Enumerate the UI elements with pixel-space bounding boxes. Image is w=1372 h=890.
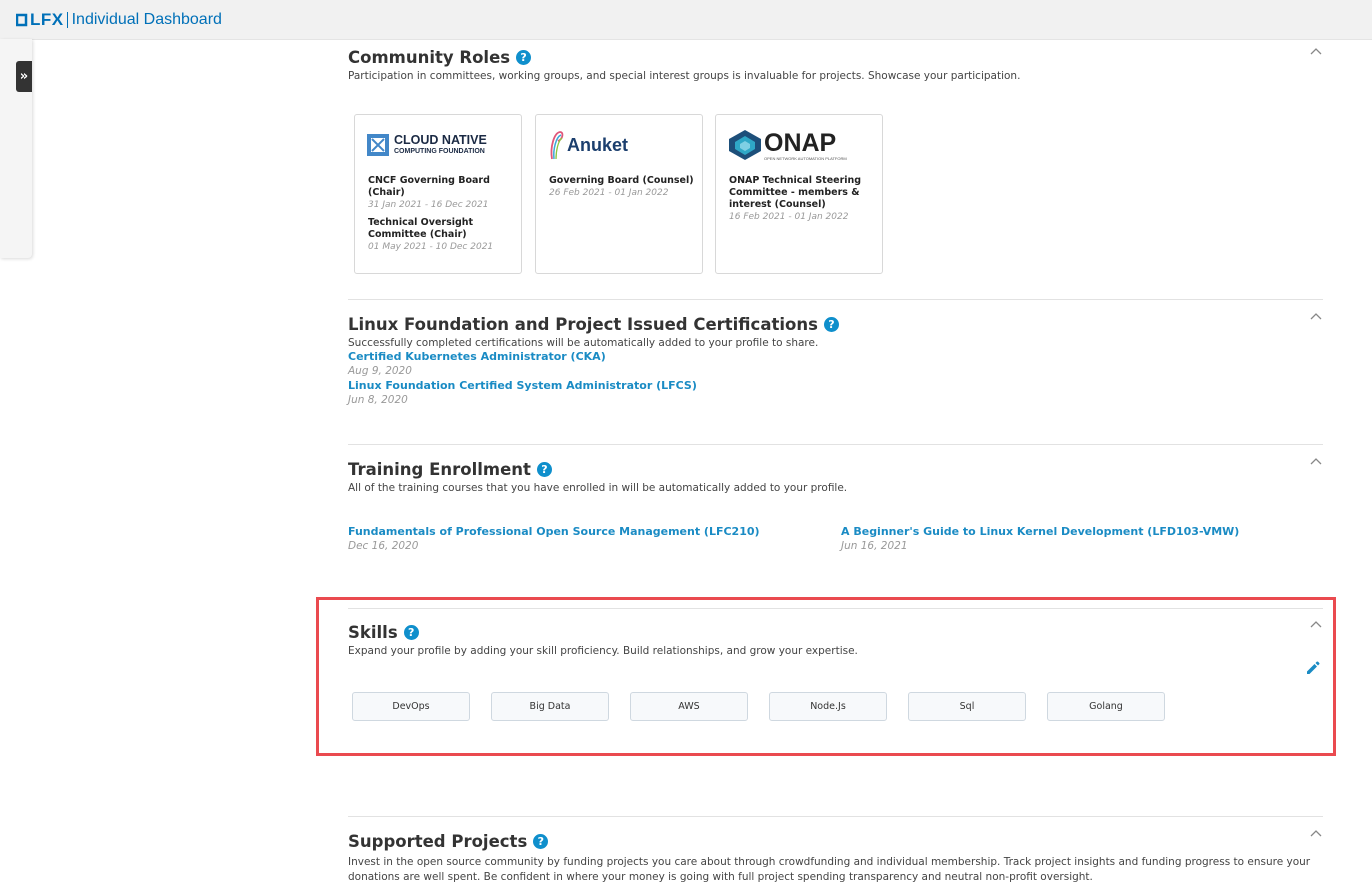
role-card-cncf[interactable]: CLOUD NATIVE COMPUTING FOUNDATION CNCF G…	[354, 114, 522, 274]
cncf-logo-icon	[367, 134, 389, 156]
role-name: CNCF Governing Board (Chair)	[368, 175, 490, 198]
anuket-logo: Anuket	[548, 127, 628, 163]
section-title: Community Roles	[348, 47, 511, 67]
certification-link[interactable]: Linux Foundation Certified System Admini…	[348, 379, 1323, 392]
top-bar: LFX Individual Dashboard	[0, 0, 1372, 40]
role-name: Governing Board (Counsel)	[549, 175, 694, 186]
anuket-logo-text: Anuket	[567, 134, 629, 155]
help-icon[interactable]: ?	[533, 833, 549, 849]
community-roles-section: Community Roles ? Participation in commi…	[348, 46, 1323, 276]
role-card-anuket[interactable]: Anuket Governing Board (Counsel) 26 Feb …	[535, 114, 703, 274]
role-dates: 31 Jan 2021 - 16 Dec 2021	[368, 200, 489, 210]
certification-date: Aug 9, 2020	[348, 365, 412, 377]
lfx-logo-icon	[16, 13, 28, 27]
onap-logo-subtext: OPEN NETWORK AUTOMATION PLATFORM	[764, 155, 847, 161]
help-icon[interactable]: ?	[823, 316, 839, 332]
section-description: donations are well spent. Be confident i…	[348, 871, 1093, 883]
collapse-chevron-up-icon[interactable]	[1309, 311, 1323, 325]
certification-item: Linux Foundation Certified System Admini…	[348, 379, 1323, 406]
onap-logo: ONAP OPEN NETWORK AUTOMATION PLATFORM	[728, 127, 847, 163]
role-name: Technical Oversight Committee (Chair)	[368, 217, 474, 240]
anuket-logo-icon	[550, 131, 564, 160]
training-section: Training Enrollment ? All of the trainin…	[348, 458, 1323, 568]
cncf-logo: CLOUD NATIVE COMPUTING FOUNDATION	[367, 127, 487, 163]
certifications-section: Linux Foundation and Project Issued Cert…	[348, 313, 1323, 423]
role-dates: 26 Feb 2021 - 01 Jan 2022	[549, 188, 669, 198]
cncf-logo-text: CLOUD NATIVE	[394, 133, 487, 147]
certification-link[interactable]: Certified Kubernetes Administrator (CKA)	[348, 350, 1323, 363]
role-dates: 16 Feb 2021 - 01 Jan 2022	[729, 212, 849, 222]
training-link[interactable]: A Beginner's Guide to Linux Kernel Devel…	[841, 525, 1239, 538]
section-description: Participation in committees, working gro…	[348, 70, 1021, 82]
lfx-logo[interactable]: LFX Individual Dashboard	[16, 9, 222, 31]
double-chevron-right-icon: »	[19, 69, 29, 84]
onap-logo-icon	[729, 130, 761, 160]
collapse-chevron-up-icon[interactable]	[1309, 46, 1323, 60]
section-divider	[348, 816, 1323, 817]
training-link[interactable]: Fundamentals of Professional Open Source…	[348, 525, 760, 538]
role-card-onap[interactable]: ONAP OPEN NETWORK AUTOMATION PLATFORM ON…	[715, 114, 883, 274]
training-item: Fundamentals of Professional Open Source…	[348, 525, 760, 552]
section-title: Training Enrollment	[348, 459, 531, 479]
section-divider	[348, 299, 1323, 300]
role-entry: CNCF Governing Board (Chair) 31 Jan 2021…	[368, 175, 513, 211]
skills-highlight-box	[316, 597, 1336, 756]
help-icon[interactable]: ?	[536, 461, 552, 477]
expand-sidebar-button[interactable]: »	[16, 61, 32, 92]
section-description: Successfully completed certifications wi…	[348, 337, 819, 349]
section-title: Supported Projects	[348, 831, 528, 851]
role-name: ONAP Technical Steering Committee - memb…	[729, 175, 862, 210]
role-entry: Governing Board (Counsel) 26 Feb 2021 - …	[549, 175, 694, 199]
role-dates: 01 May 2021 - 10 Dec 2021	[368, 242, 494, 252]
logo-divider	[66, 12, 68, 28]
training-item: A Beginner's Guide to Linux Kernel Devel…	[841, 525, 1239, 552]
section-description: All of the training courses that you hav…	[348, 482, 848, 494]
training-date: Jun 16, 2021	[841, 540, 908, 552]
section-title: Linux Foundation and Project Issued Cert…	[348, 314, 818, 334]
collapse-chevron-up-icon[interactable]	[1309, 828, 1323, 842]
onap-logo-text: ONAP	[764, 128, 837, 157]
supported-projects-section: Supported Projects ? Invest in the open …	[348, 830, 1323, 890]
training-date: Dec 16, 2020	[348, 540, 419, 552]
cncf-logo-subtext: COMPUTING FOUNDATION	[394, 148, 485, 155]
help-icon[interactable]: ?	[516, 49, 532, 65]
certification-item: Certified Kubernetes Administrator (CKA)…	[348, 350, 1323, 377]
role-entry: ONAP Technical Steering Committee - memb…	[729, 175, 874, 223]
collapse-chevron-up-icon[interactable]	[1309, 456, 1323, 470]
role-entry: Technical Oversight Committee (Chair) 01…	[368, 217, 513, 253]
logo-text: LFX	[30, 10, 64, 29]
section-description: Invest in the open source community by f…	[348, 856, 1311, 868]
app-title: Individual Dashboard	[71, 11, 222, 28]
section-divider	[348, 444, 1323, 445]
certification-date: Jun 8, 2020	[348, 394, 408, 406]
